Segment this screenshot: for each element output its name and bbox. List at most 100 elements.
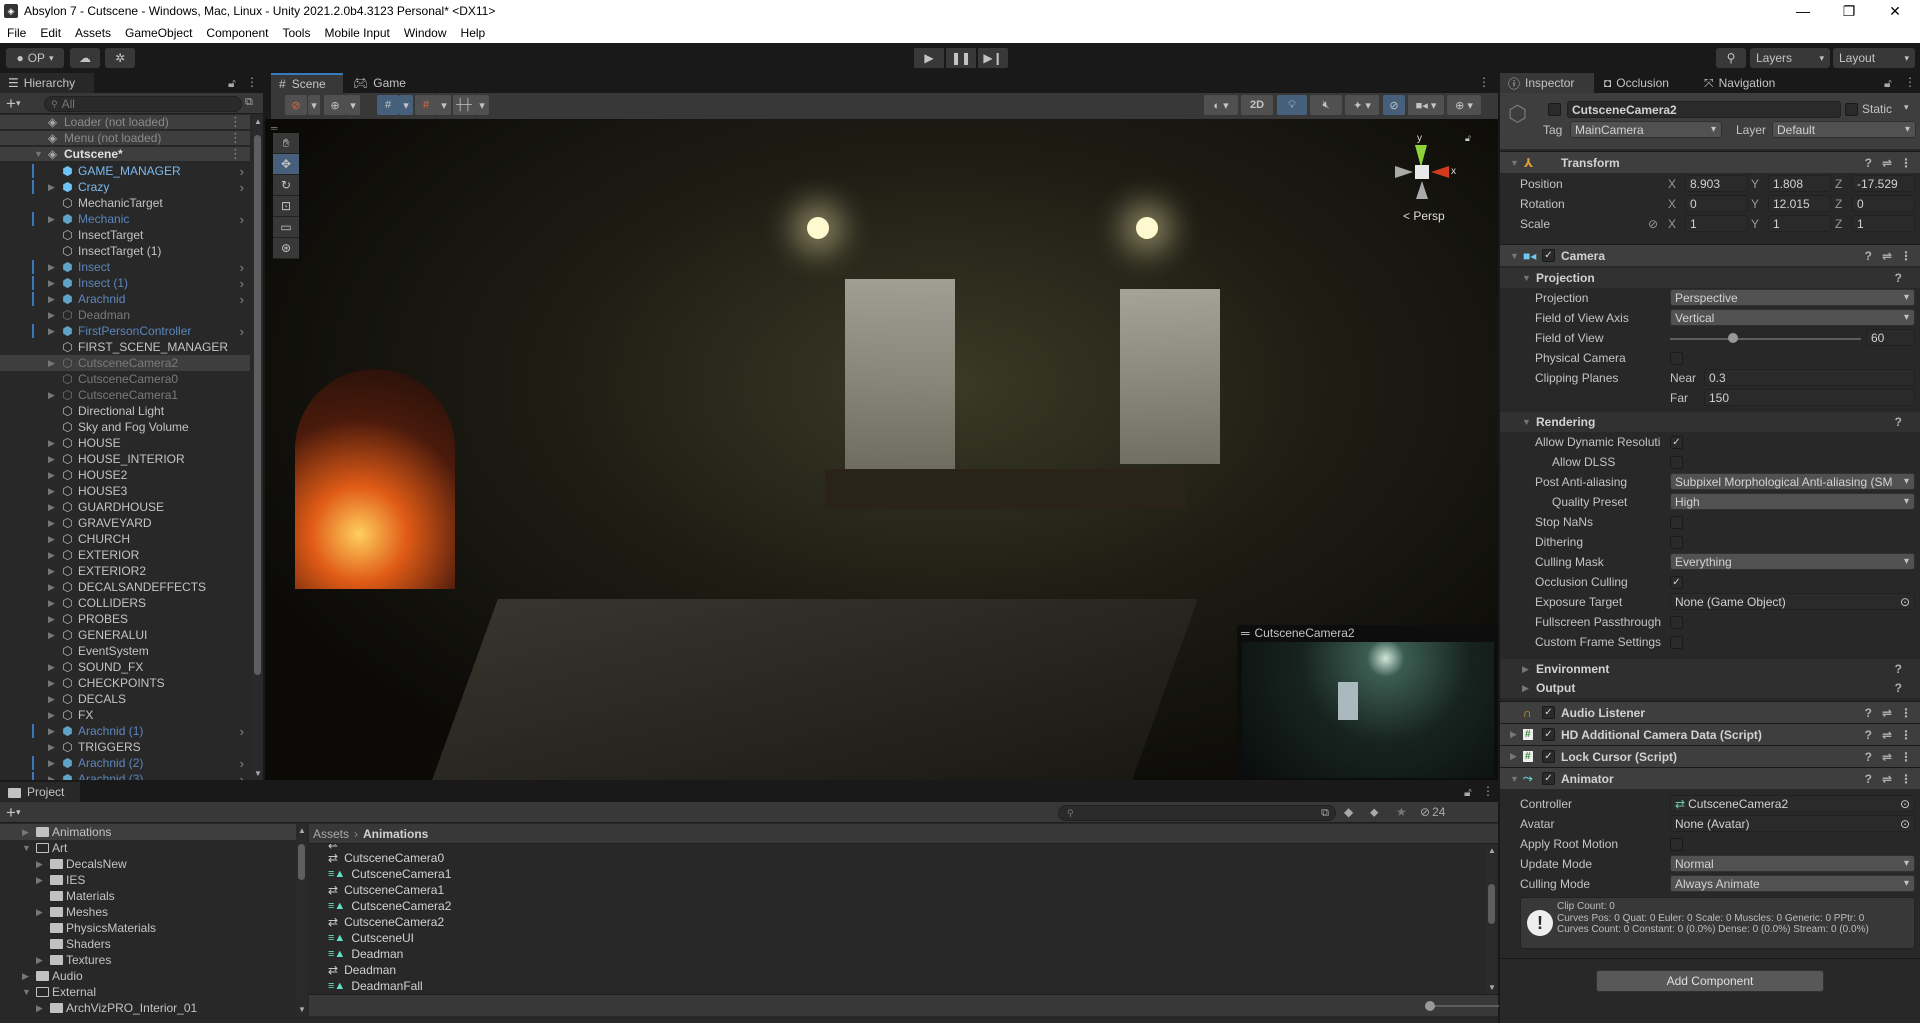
expand-arrow-icon[interactable]: ▶ bbox=[48, 678, 58, 689]
hierarchy-item[interactable]: ⬡ InsectTarget (1) bbox=[0, 243, 250, 259]
filter-by-label-icon[interactable]: ⬥ bbox=[1370, 805, 1378, 820]
expand-arrow-icon[interactable]: ▶ bbox=[48, 502, 58, 513]
physical-camera-checkbox[interactable] bbox=[1670, 352, 1683, 365]
allow-dynamic-resoluti-checkbox[interactable]: ✓ bbox=[1670, 436, 1683, 449]
tools-drag-handle[interactable]: ═ bbox=[271, 123, 301, 133]
y-axis-cone[interactable] bbox=[1415, 145, 1427, 167]
asset-item[interactable]: ≡▲ DeadmanFall bbox=[328, 978, 423, 994]
more-icon[interactable]: ⋮ bbox=[1482, 784, 1494, 798]
more-icon[interactable]: ⋮ bbox=[1904, 75, 1916, 89]
expand-arrow-icon[interactable]: ▶ bbox=[48, 614, 58, 625]
expand-arrow-icon[interactable]: ▶ bbox=[48, 326, 58, 337]
component-enabled-checkbox[interactable]: ✓ bbox=[1542, 772, 1555, 785]
expand-arrow-icon[interactable]: ▶ bbox=[48, 310, 58, 321]
scene-row[interactable]: ◈ Loader (not loaded) ⋮ bbox=[0, 115, 250, 130]
asset-item[interactable]: ⇄ CutsceneCamera1 bbox=[328, 882, 444, 898]
move-tool[interactable]: ✥ bbox=[273, 154, 299, 175]
help-icon[interactable]: ? bbox=[1865, 156, 1872, 170]
help-icon[interactable]: ? bbox=[1865, 249, 1872, 263]
hierarchy-item[interactable]: ▶ ⬢ FirstPersonController › bbox=[0, 323, 250, 339]
camera-header[interactable]: ▼ ■◂ ✓ Camera ? ⇌ ⋮ bbox=[1500, 244, 1920, 266]
camera-enabled-checkbox[interactable]: ✓ bbox=[1542, 249, 1555, 262]
layers-dropdown[interactable]: Layers ▾ bbox=[1750, 48, 1830, 68]
account-dropdown[interactable]: ● OP ▾ bbox=[6, 48, 64, 68]
object-name-input[interactable]: CutsceneCamera2 bbox=[1567, 101, 1841, 118]
layout-dropdown[interactable]: Layout ▾ bbox=[1833, 48, 1915, 68]
fullscreen-passthrough-checkbox[interactable] bbox=[1670, 616, 1683, 629]
projection-section-header[interactable]: ▼ Projection ? bbox=[1500, 268, 1920, 288]
expand-arrow-icon[interactable]: ▶ bbox=[48, 518, 58, 529]
hierarchy-scrollbar[interactable]: ▲ ▼ bbox=[252, 115, 263, 780]
hierarchy-item[interactable]: ▶ ⬢ Arachnid (1) › bbox=[0, 723, 250, 739]
output-section-header[interactable]: ▶ Output ? bbox=[1500, 678, 1920, 698]
expand-arrow-icon[interactable]: ▶ bbox=[48, 774, 58, 781]
x-axis-cone[interactable] bbox=[1431, 166, 1449, 178]
open-prefab-icon[interactable]: › bbox=[240, 724, 244, 739]
rect-tool[interactable]: ▭ bbox=[273, 217, 299, 238]
rotate-tool[interactable]: ↻ bbox=[273, 175, 299, 196]
expand-arrow-icon[interactable]: ▶ bbox=[48, 662, 58, 673]
step-button[interactable]: ▶❙ bbox=[978, 48, 1008, 68]
scale-z-input[interactable]: 1 bbox=[1852, 215, 1915, 232]
favorites-icon[interactable]: ★ bbox=[1396, 805, 1407, 819]
fov-slider-thumb[interactable] bbox=[1728, 333, 1739, 343]
global-button[interactable]: ⊕ bbox=[324, 95, 346, 115]
cloud-button[interactable]: ☁ bbox=[70, 48, 100, 68]
component-enabled-checkbox[interactable]: ✓ bbox=[1542, 750, 1555, 763]
component-enabled-checkbox[interactable]: ✓ bbox=[1542, 728, 1555, 741]
open-prefab-icon[interactable]: › bbox=[240, 756, 244, 771]
play-button[interactable]: ▶ bbox=[914, 48, 944, 68]
layer-dropdown[interactable]: Default bbox=[1772, 121, 1916, 138]
y-axis-label[interactable]: Y bbox=[1751, 177, 1759, 191]
y-axis-label[interactable]: Y bbox=[1751, 217, 1759, 231]
open-prefab-icon[interactable]: › bbox=[240, 212, 244, 227]
open-prefab-icon[interactable]: › bbox=[240, 276, 244, 291]
expand-arrow-icon[interactable]: ▶ bbox=[48, 294, 58, 305]
expand-arrow-icon[interactable]: ▶ bbox=[48, 726, 58, 737]
transform-header[interactable]: ▼ ⅄ Transform ? ⇌ ⋮ bbox=[1500, 151, 1920, 173]
more-icon[interactable]: ⋮ bbox=[1900, 750, 1912, 764]
hierarchy-item[interactable]: ▶ ⬡ SOUND_FX bbox=[0, 659, 250, 675]
asset-item[interactable]: ⇄ Deadman bbox=[328, 962, 396, 978]
more-icon[interactable]: ⋮ bbox=[1900, 156, 1912, 170]
create-button[interactable]: +▾ bbox=[6, 803, 20, 823]
help-icon[interactable]: ? bbox=[1865, 772, 1872, 786]
expand-arrow-icon[interactable]: ▶ bbox=[48, 566, 58, 577]
culling-mode-dropdown[interactable]: Always Animate bbox=[1670, 875, 1915, 892]
more-icon[interactable]: ⋮ bbox=[1900, 706, 1912, 720]
hierarchy-item[interactable]: ▶ ⬡ FX bbox=[0, 707, 250, 723]
hierarchy-item[interactable]: ▶ ⬡ DECALSANDEFFECTS bbox=[0, 579, 250, 595]
snap-dropdown[interactable]: ▾ bbox=[437, 95, 451, 115]
tab-game[interactable]: 🎮︎ Game bbox=[345, 73, 417, 93]
hierarchy-item[interactable]: ▶ ⬡ HOUSE bbox=[0, 435, 250, 451]
expand-icon[interactable]: ⧉ bbox=[1321, 806, 1329, 820]
transform-tool[interactable]: ⊛ bbox=[273, 238, 299, 259]
expand-icon[interactable]: ⧉ bbox=[245, 96, 253, 109]
static-checkbox[interactable] bbox=[1845, 103, 1858, 116]
expand-arrow-icon[interactable]: ▶ bbox=[48, 486, 58, 497]
tab-scene[interactable]: # Scene bbox=[271, 73, 343, 93]
menu-component[interactable]: Component bbox=[199, 26, 275, 40]
static-dropdown[interactable]: ▾ bbox=[1904, 102, 1909, 113]
menu-help[interactable]: Help bbox=[454, 26, 493, 40]
menu-mobile-input[interactable]: Mobile Input bbox=[317, 26, 396, 40]
collapse-arrow-icon[interactable]: ▼ bbox=[1510, 774, 1519, 784]
folder-item[interactable]: ▶ Animations bbox=[0, 824, 296, 840]
global-dropdown[interactable]: ▾ bbox=[346, 95, 360, 115]
scale-y-input[interactable]: 1 bbox=[1768, 215, 1831, 232]
collapse-arrow-icon[interactable]: ▶ bbox=[1510, 751, 1517, 762]
presets-icon[interactable]: ⇌ bbox=[1882, 156, 1892, 170]
environment-section-header[interactable]: ▶ Environment ? bbox=[1500, 659, 1920, 679]
asset-list-scrollbar[interactable]: ▲ ▼ bbox=[1486, 844, 1497, 994]
expand-arrow-icon[interactable]: ▶ bbox=[48, 182, 58, 193]
position-z-input[interactable]: -17.529 bbox=[1852, 175, 1915, 192]
lock-icon[interactable]: 🔓︎ bbox=[1884, 76, 1892, 91]
open-prefab-icon[interactable]: › bbox=[240, 164, 244, 179]
scroll-up-icon[interactable]: ▲ bbox=[1488, 846, 1496, 855]
hierarchy-item[interactable]: ▶ ⬡ EXTERIOR2 bbox=[0, 563, 250, 579]
hierarchy-item[interactable]: ⬢ GAME_MANAGER › bbox=[0, 163, 250, 179]
expand-arrow-icon[interactable]: ▶ bbox=[48, 278, 58, 289]
occlusion-culling-checkbox[interactable]: ✓ bbox=[1670, 576, 1683, 589]
hierarchy-item[interactable]: ▶ ⬡ GUARDHOUSE bbox=[0, 499, 250, 515]
tab-project[interactable]: Project bbox=[0, 782, 80, 802]
